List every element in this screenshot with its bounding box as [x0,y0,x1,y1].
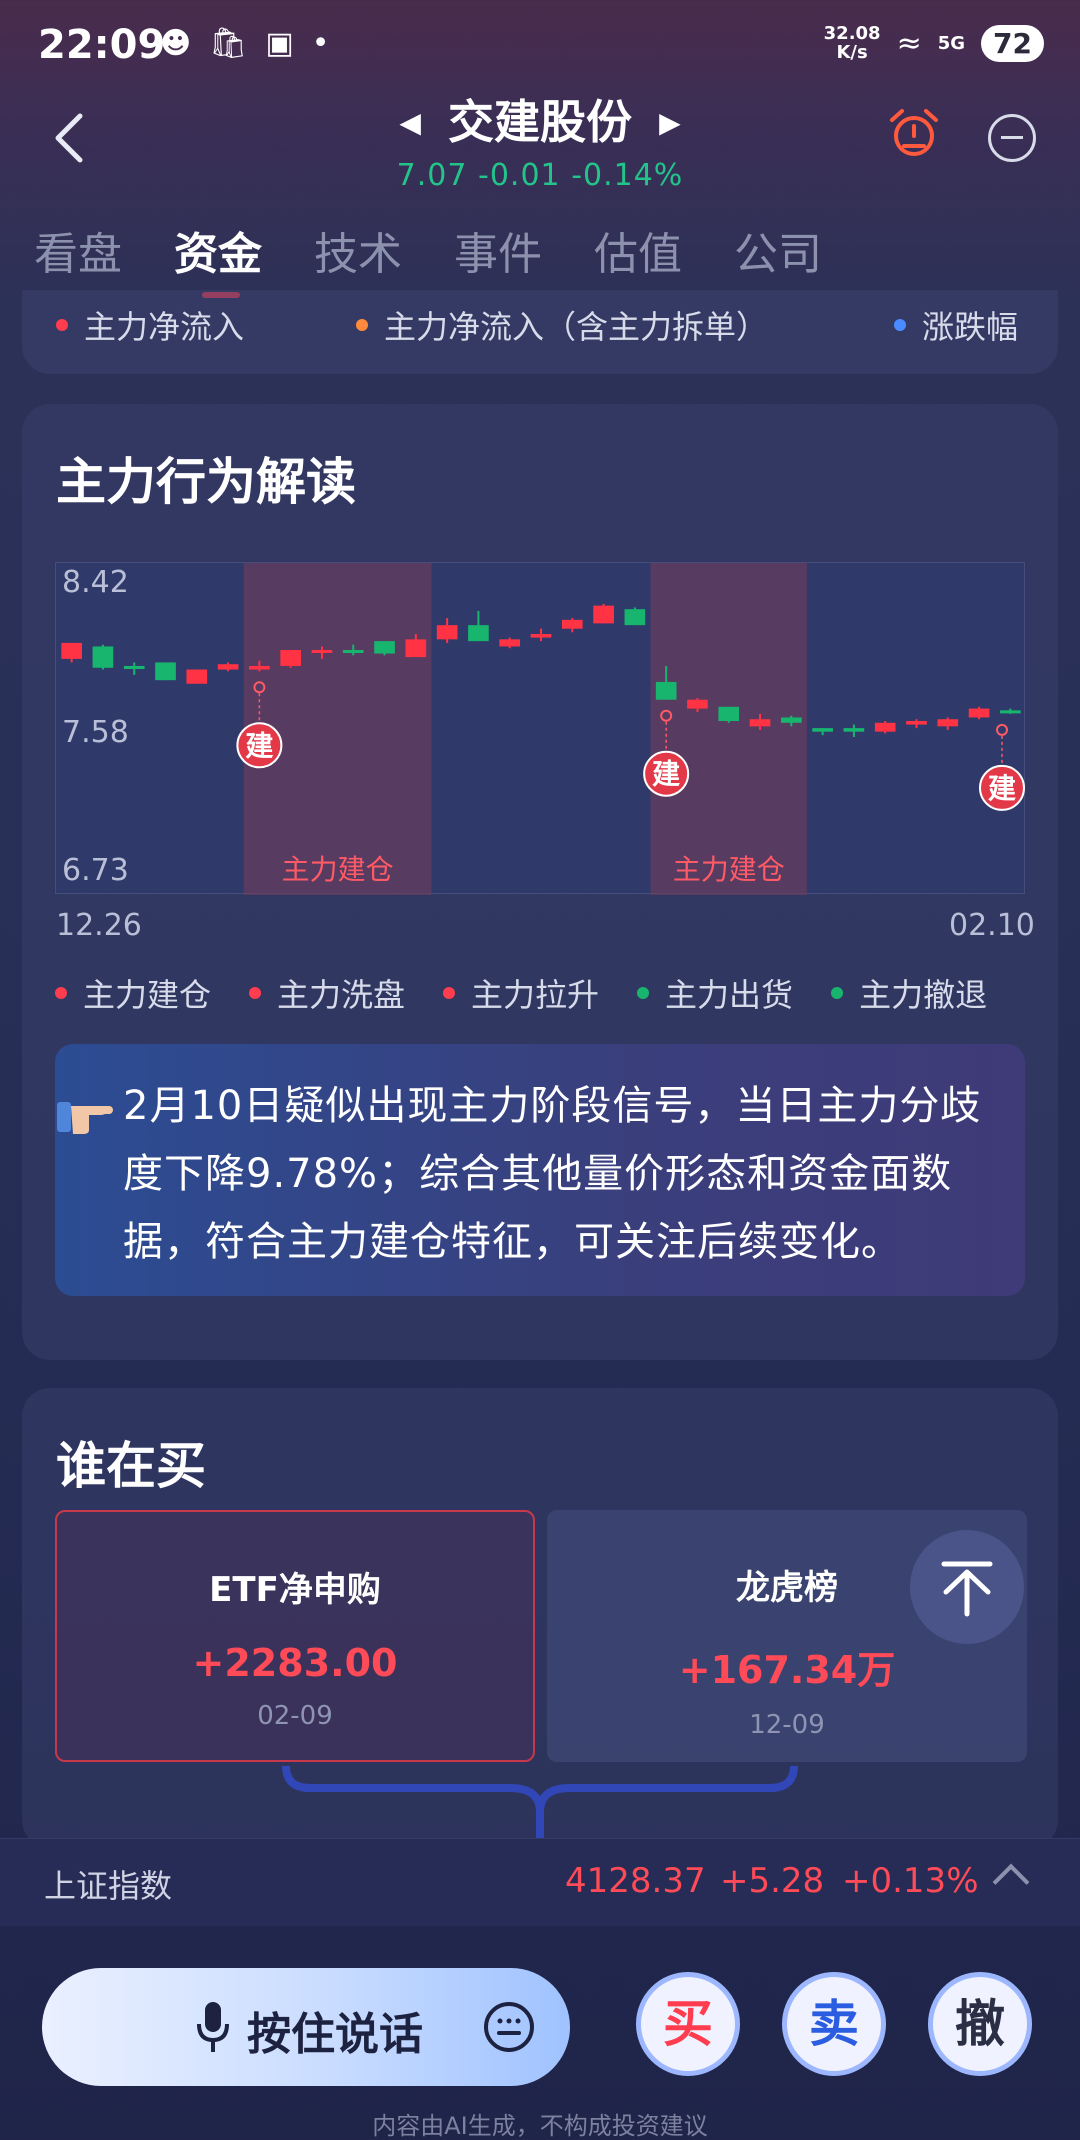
tab-technical[interactable]: 技术 [314,218,402,282]
candle [906,719,927,729]
phase-label: 主力建仓 [282,853,394,886]
tab-capital[interactable]: 资金 [174,218,262,298]
account-icon: ☻ [160,26,192,61]
keyboard-icon[interactable] [482,2000,536,2054]
pointing-hand-icon [57,1102,113,1134]
network-speed: 32.08 K/s [823,23,881,63]
marker-label: 建 [245,729,273,762]
ai-disclaimer: 内容由AI生成，不构成投资建议 [372,2112,708,2140]
wifi-icon: ≈ [896,25,922,61]
candle [843,724,865,737]
scroll-to-top-button[interactable] [910,1530,1024,1644]
legend-shakeout: 主力洗盘 [249,970,405,1016]
candle [436,618,458,643]
status-time: 22:09 [38,22,166,68]
connector-lines [282,1765,798,1842]
phase-band [650,563,807,895]
behavior-legend: 主力建仓 主力洗盘 主力拉升 主力出货 主力撤退 [55,970,987,1016]
legend-price-change: 涨跌幅 [894,302,1018,348]
phase-label: 主力建仓 [673,853,785,886]
stock-header: ◀ 交建股份 ▶ 7.07 -0.01 -0.14% [0,80,1080,193]
behavior-chart: 主力建仓 主力建仓建建建 8.42 7.58 6.73 [55,562,1025,895]
candle [92,644,114,670]
index-value: 4128.37 [565,1861,706,1901]
candle [217,662,239,672]
section-title: 主力行为解读 [56,453,356,511]
tab-overview[interactable]: 看盘 [34,218,122,282]
candle [968,706,990,720]
marker-label: 建 [652,758,680,791]
candle [499,637,521,649]
signal-icon: 5G [937,32,966,54]
battery-indicator: 72 [981,24,1044,62]
x-tick-label: 12.26 [56,908,142,943]
legend-main-inflow: 主力净流入 [56,302,244,348]
capital-flow-legend: 主力净流入 主力净流入（含主力拆单） 涨跌幅 [22,290,1058,374]
candle [186,669,208,684]
legend-retreat: 主力撤退 [831,970,987,1016]
microphone-icon [197,2002,229,2052]
next-stock-icon[interactable]: ▶ [659,106,681,139]
y-tick-label: 7.58 [62,715,129,750]
tab-events[interactable]: 事件 [454,218,542,282]
candle [812,728,833,736]
x-tick-label: 02.10 [949,908,1035,943]
tab-company[interactable]: 公司 [734,218,822,282]
candle [123,662,145,675]
stock-title: 交建股份 [448,95,632,149]
voice-input-button[interactable]: 按住说话 [42,1968,570,2086]
legend-distribution: 主力出货 [637,970,793,1016]
tab-valuation[interactable]: 估值 [594,218,682,282]
y-tick-label: 6.73 [62,853,129,888]
index-change-pct: +0.13% [842,1861,979,1901]
etf-net-subscription-card[interactable]: ETF净申购 +2283.00 02-09 [55,1510,535,1762]
chevron-up-icon[interactable] [992,1863,1030,1901]
candle [593,603,614,624]
stock-quote: 7.07 -0.01 -0.14% [396,158,684,193]
y-tick-label: 8.42 [62,565,129,600]
candle [718,706,740,723]
candle [155,662,176,681]
marker-label: 建 [988,772,1016,805]
index-name: 上证指数 [44,1867,173,1905]
candle [937,717,959,730]
candle [280,650,302,668]
notification-dot-icon: • [311,26,330,61]
build-position-marker[interactable]: 建 [979,723,1025,811]
candle [61,642,82,663]
cancel-order-button[interactable]: 撤 [928,1972,1032,2076]
scroll-to-top-icon [941,1561,993,1617]
remove-watchlist-icon[interactable] [988,114,1036,162]
candle [468,610,489,642]
candle [374,641,395,656]
candle [561,618,583,633]
candle [1000,708,1021,714]
prev-stock-icon[interactable]: ◀ [399,106,421,139]
candle [624,607,646,626]
legend-main-inflow-split: 主力净流入（含主力拆单） [356,302,768,348]
voice-input-label: 按住说话 [247,2009,423,2060]
alarm-clock-icon[interactable] [886,106,942,162]
tab-bar: 看盘 资金 技术 事件 估值 公司 [34,218,822,298]
candle [530,628,552,642]
market-index-bar[interactable]: 上证指数 4128.37 +5.28 +0.13% [0,1838,1080,1926]
insight-panel: 2月10日疑似出现主力阶段信号，当日主力分歧度下降9.78%；综合其他量价形态和… [55,1044,1025,1296]
sell-button[interactable]: 卖 [782,1972,886,2076]
candlestick-chart: 主力建仓 主力建仓建建建 [61,563,1025,895]
legend-build-position: 主力建仓 [55,970,211,1016]
candle [874,721,896,734]
scan-icon: ▣ [265,26,294,61]
legend-pull-up: 主力拉升 [443,970,599,1016]
shopping-bag-icon: 🛍 [209,26,248,61]
insight-text: 2月10日疑似出现主力阶段信号，当日主力分歧度下降9.78%；综合其他量价形态和… [123,1083,982,1265]
index-change: +5.28 [720,1861,825,1901]
section-title: 谁在买 [56,1437,206,1495]
buy-button[interactable]: 买 [636,1972,740,2076]
